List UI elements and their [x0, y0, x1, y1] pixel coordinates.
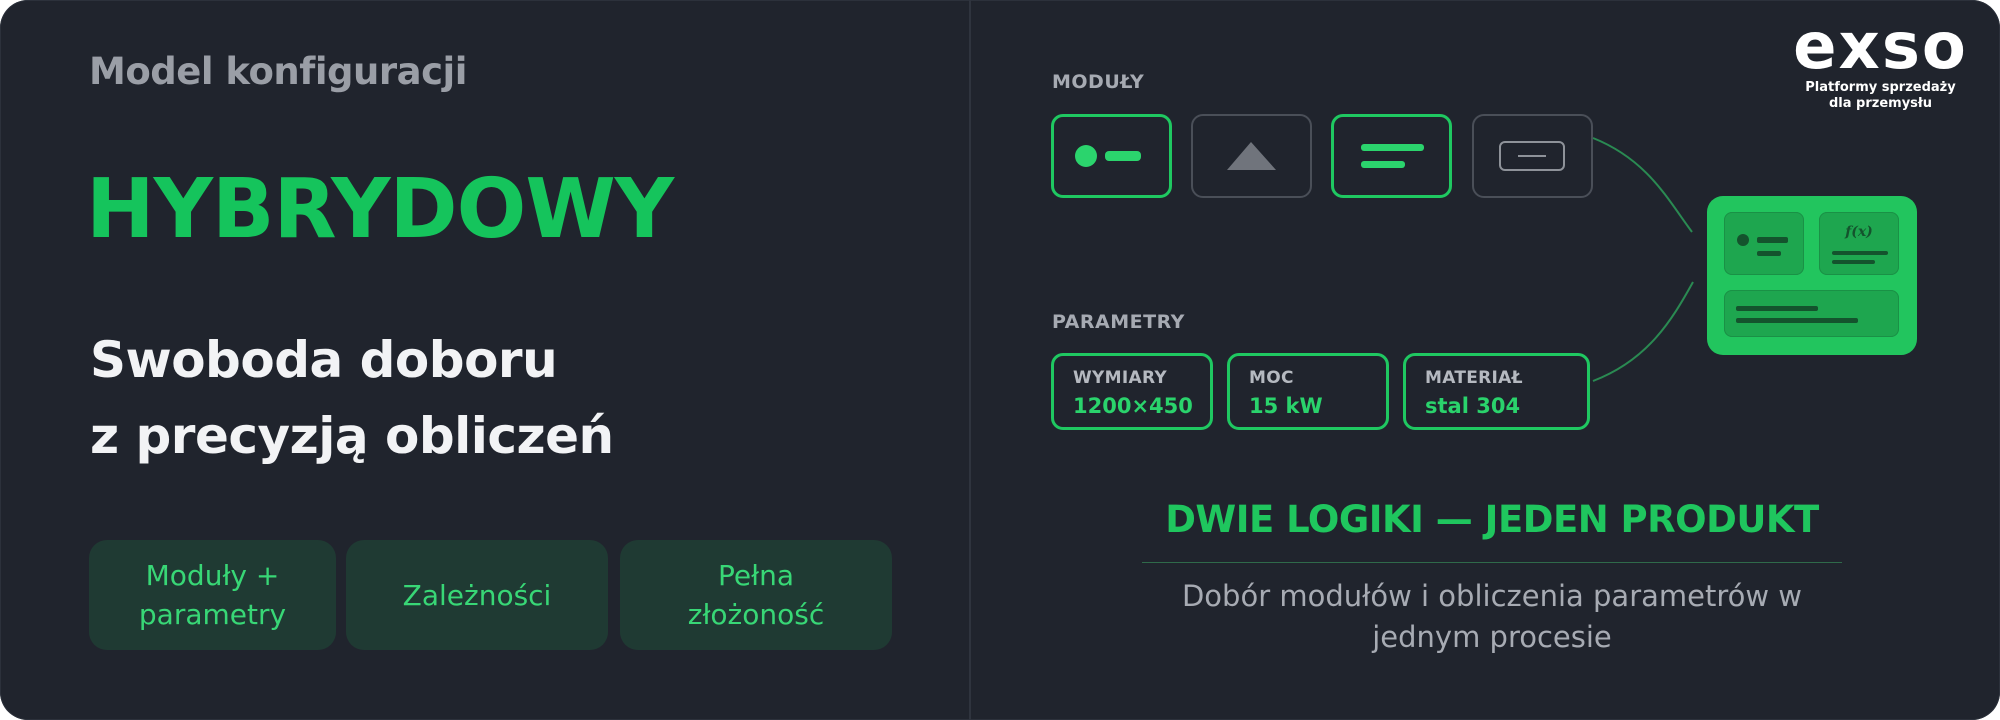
- modules-section-label: MODUŁY: [1052, 71, 1145, 93]
- tagline-line-1: Swoboda doboru: [90, 331, 558, 389]
- footer-description: Dobór modułów i obliczenia parametrów w …: [1142, 576, 1842, 658]
- chip-text: parametry: [138, 598, 287, 631]
- logo-wordmark: exso: [1793, 10, 1968, 84]
- result-param-block: [1724, 290, 1899, 337]
- logo-subtitle: Platformy sprzedaży dla przemysłu: [1793, 80, 1968, 112]
- logo-subtitle-line: dla przemysłu: [1829, 96, 1932, 111]
- tagline-line-2: z precyzją obliczeń: [90, 407, 614, 465]
- lines-icon: [1832, 251, 1888, 264]
- footer-rule: [1142, 562, 1842, 563]
- module-tile: [1472, 114, 1593, 198]
- chip-dependencies: Zależności: [346, 540, 608, 650]
- param-material: MATERIAŁ stal 304: [1403, 353, 1590, 430]
- logo-subtitle-line: Platformy sprzedaży: [1805, 80, 1956, 95]
- param-label: MATERIAŁ: [1425, 368, 1523, 388]
- lines-icon: [1736, 306, 1858, 323]
- input-field-icon: [1499, 141, 1565, 171]
- footer-title: DWIE LOGIKI — JEDEN PRODUKT: [1165, 498, 1819, 541]
- param-power: MOC 15 kW: [1227, 353, 1389, 430]
- chip-full-complexity: Pełna złożoność: [620, 540, 892, 650]
- params-section-label: PARAMETRY: [1052, 311, 1185, 333]
- module-tile: [1051, 114, 1172, 198]
- chip-text: złożoność: [687, 598, 825, 631]
- dot-bar-icon: [1075, 145, 1141, 167]
- param-value: 1200×450: [1073, 394, 1193, 418]
- eyebrow-label: Model konfiguracji: [89, 50, 467, 93]
- hero-card: Model konfiguracji HYBRYDOWY Swoboda dob…: [0, 0, 2000, 720]
- chip-text: Pełna: [718, 559, 794, 592]
- chip-text: Moduły +: [145, 559, 280, 592]
- tagline: Swoboda doboru z precyzją obliczeń: [90, 322, 614, 474]
- footer-description-line: jednym procesie: [1372, 620, 1612, 654]
- module-tile: [1331, 114, 1452, 198]
- param-dimensions: WYMIARY 1200×450: [1051, 353, 1213, 430]
- chip-modules-params: Moduły + parametry: [89, 540, 336, 650]
- vertical-divider: [969, 0, 971, 720]
- result-module-block: [1724, 212, 1804, 275]
- dot-bar-icon: [1737, 234, 1788, 256]
- headline: HYBRYDOWY: [86, 162, 674, 257]
- param-label: MOC: [1249, 368, 1294, 388]
- param-value: stal 304: [1425, 394, 1521, 418]
- result-formula-block: f(x): [1819, 212, 1899, 275]
- module-tile: [1191, 114, 1312, 198]
- param-label: WYMIARY: [1073, 368, 1168, 388]
- chip-text: Zależności: [402, 578, 552, 612]
- result-product-card: f(x): [1707, 196, 1917, 355]
- footer-description-line: Dobór modułów i obliczenia parametrów w: [1181, 579, 1803, 613]
- triangle-icon: [1227, 142, 1276, 170]
- lines-icon: [1361, 144, 1424, 168]
- param-value: 15 kW: [1249, 394, 1323, 418]
